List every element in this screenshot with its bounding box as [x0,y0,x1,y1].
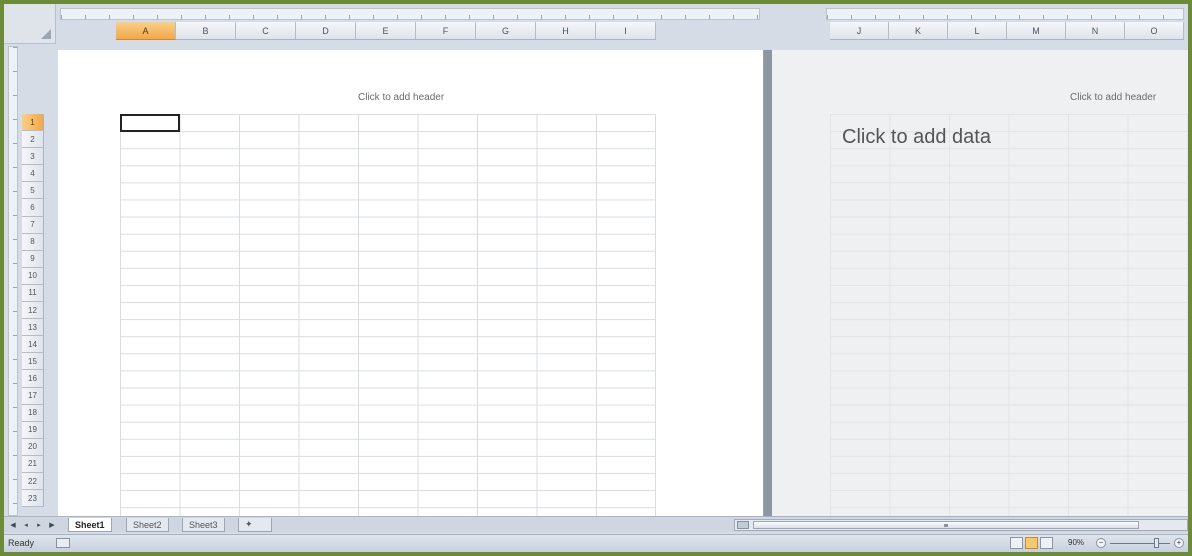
row-header[interactable]: 17 [22,387,44,405]
row-header[interactable]: 18 [22,404,44,422]
vertical-ruler [8,46,18,516]
status-ready: Ready [8,538,35,548]
add-data-placeholder[interactable]: Click to add data [842,126,991,149]
row-header[interactable]: 7 [22,216,44,234]
zoom-in-icon[interactable]: + [1174,538,1184,548]
column-headers-left: A B C D E F G H I [116,22,656,40]
zoom-out-icon[interactable]: − [1096,538,1106,548]
row-header[interactable]: 9 [22,250,44,268]
page-divider [764,50,772,520]
split-box-icon[interactable] [737,521,749,529]
column-header[interactable]: F [416,22,476,40]
cell-grid[interactable] [120,114,656,520]
row-header[interactable]: 16 [22,370,44,388]
next-sheet-icon[interactable]: ▸ [34,519,44,530]
scroll-grip-icon [944,524,948,527]
column-header[interactable]: D [296,22,356,40]
row-header[interactable]: 11 [22,284,44,303]
zoom-level[interactable]: 90% [1068,538,1084,547]
row-header[interactable]: 2 [22,131,44,149]
macro-record-icon[interactable] [56,538,70,548]
row-header[interactable]: 8 [22,233,44,251]
row-header[interactable]: 10 [22,267,44,285]
row-header[interactable]: 5 [22,182,44,200]
excel-window: A B C D E F G H I J K L M N O 1 2 3 4 5 … [4,4,1188,552]
column-header[interactable]: O [1125,22,1184,40]
column-header[interactable]: A [116,22,176,40]
zoom-slider-track[interactable] [1110,543,1170,544]
row-header[interactable]: 23 [22,490,44,508]
sheet-tab-sheet1[interactable]: Sheet1 [68,518,112,532]
select-all-icon [41,29,51,39]
row-header[interactable]: 4 [22,165,44,183]
horizontal-ruler-right [826,8,1184,20]
row-header[interactable]: 6 [22,199,44,217]
normal-view-icon[interactable] [1010,537,1023,549]
horizontal-ruler-left [60,8,760,20]
insert-sheet-icon[interactable]: ✦ [238,518,272,532]
add-header-placeholder[interactable]: Click to add header [358,92,444,103]
row-header[interactable]: 15 [22,353,44,371]
sheet-tabs-bar: ◀ ◂ ▸ ▶ Sheet1 Sheet2 Sheet3 ✦ [4,516,1188,532]
cell-grid[interactable] [830,114,1188,520]
column-header[interactable]: J [830,22,889,40]
view-switcher [1010,537,1053,549]
row-header[interactable]: 14 [22,336,44,354]
page-layout-view-icon[interactable] [1025,537,1038,549]
row-header[interactable]: 22 [22,472,44,491]
row-header[interactable]: 13 [22,319,44,337]
column-header[interactable]: B [176,22,236,40]
column-header[interactable]: E [356,22,416,40]
sheet-navigation: ◀ ◂ ▸ ▶ [8,519,57,530]
page-layout-page-2: Click to add header Click to add data [772,50,1188,520]
column-header[interactable]: N [1066,22,1125,40]
sheet-tab-sheet2[interactable]: Sheet2 [126,518,169,532]
zoom-slider-thumb[interactable] [1154,538,1159,548]
horizontal-scrollbar[interactable] [734,519,1188,531]
status-bar: Ready 90% − + [4,534,1188,552]
first-sheet-icon[interactable]: ◀ [8,519,18,530]
row-header[interactable]: 19 [22,421,44,439]
column-header[interactable]: M [1007,22,1066,40]
row-header[interactable]: 21 [22,455,44,473]
select-all-corner[interactable] [4,4,56,44]
row-header[interactable]: 3 [22,148,44,166]
active-cell[interactable] [120,114,180,132]
column-header[interactable]: L [948,22,1007,40]
row-header[interactable]: 20 [22,438,44,456]
last-sheet-icon[interactable]: ▶ [47,519,57,530]
page-break-view-icon[interactable] [1040,537,1053,549]
previous-sheet-icon[interactable]: ◂ [21,519,31,530]
row-header[interactable]: 12 [22,302,44,320]
sheet-tab-sheet3[interactable]: Sheet3 [182,518,225,532]
column-header[interactable]: G [476,22,536,40]
column-header[interactable]: C [236,22,296,40]
column-headers-right: J K L M N O [830,22,1184,40]
column-header[interactable]: I [596,22,656,40]
add-header-placeholder[interactable]: Click to add header [1070,92,1156,103]
column-header[interactable]: H [536,22,596,40]
row-header[interactable]: 1 [22,114,44,132]
column-header[interactable]: K [889,22,948,40]
scrollbar-thumb[interactable] [753,521,1139,529]
row-headers: 1 2 3 4 5 6 7 8 9 10 11 12 13 14 15 16 1… [22,114,44,508]
page-layout-page-1: Click to add header [58,50,764,520]
